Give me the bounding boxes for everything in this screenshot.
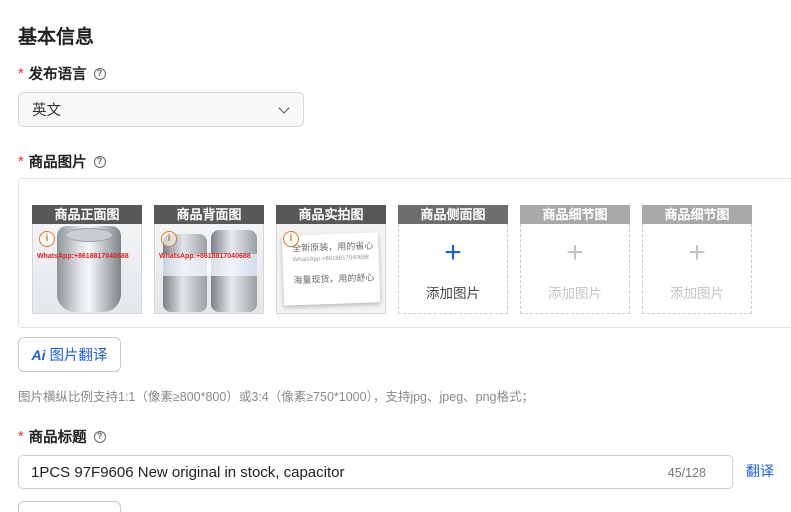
plus-icon: + [444, 236, 462, 269]
ai-translate-icon: Ai [31, 346, 46, 363]
product-title-input[interactable]: 1PCS 97F9606 New original in stock, capa… [18, 455, 733, 489]
chevron-down-icon [278, 101, 290, 114]
add-image-text: 添加图片 [548, 286, 602, 301]
language-label: * 发布语言 ? [18, 63, 106, 84]
image-slot-real-shot[interactable]: 商品实拍图 全新原装，用的省心 WhatsApp:+8618817040688 … [276, 205, 386, 314]
help-circle-icon[interactable]: ? [93, 67, 106, 80]
language-select[interactable]: 英文 [18, 92, 304, 127]
add-image-text: 添加图片 [670, 286, 724, 301]
slot-header: 商品侧面图 [398, 205, 508, 224]
paper-line: WhatsApp:+8618817040688 [292, 254, 369, 264]
image-slot-side[interactable]: 商品侧面图 + 添加图片 [398, 205, 508, 314]
slot-header: 商品细节图 [520, 205, 630, 224]
paper-line: 全新原装，用的省心 [292, 240, 374, 254]
image-translate-label: 图片翻译 [49, 348, 108, 364]
product-title-value: 1PCS 97F9606 New original in stock, capa… [31, 463, 345, 481]
slot-header: 商品细节图 [642, 205, 752, 224]
image-slot-detail[interactable]: 商品细节图 + 添加图片 [520, 205, 630, 314]
section-title: 基本信息 [18, 27, 95, 48]
required-mark: * [18, 153, 24, 170]
slot-thumbnail[interactable]: i WhatsApp:+8618817040688 [154, 224, 264, 314]
slot-header: 商品实拍图 [276, 205, 386, 224]
add-image-text: 添加图片 [426, 286, 480, 301]
info-icon[interactable]: i [161, 231, 177, 247]
image-slot-detail[interactable]: 商品细节图 + 添加图片 [642, 205, 752, 314]
slot-thumbnail[interactable]: i WhatsApp:+8618817040688 [32, 224, 142, 314]
image-format-hint: 图片横纵比例支持1:1（像素≥800*800）或3:4（像素≥750*1000）… [18, 390, 534, 404]
product-title-label-text: 商品标题 [28, 430, 87, 446]
plus-icon: + [566, 236, 584, 269]
add-image-dropzone[interactable]: + 添加图片 [642, 224, 752, 314]
plus-icon: + [688, 236, 706, 269]
info-icon[interactable]: i [39, 231, 55, 247]
translate-link[interactable]: 翻译 [746, 461, 774, 481]
help-circle-icon[interactable]: ? [93, 430, 106, 443]
add-image-dropzone[interactable]: + 添加图片 [520, 224, 630, 314]
title-action-button[interactable] [18, 501, 121, 512]
char-count: 45/128 [667, 466, 706, 480]
help-circle-icon[interactable]: ? [93, 155, 106, 168]
watermark-text: WhatsApp:+8618817040688 [37, 253, 129, 260]
product-title-label: * 商品标题 ? [18, 426, 106, 447]
images-label-text: 商品图片 [28, 155, 87, 171]
required-mark: * [18, 65, 24, 82]
watermark-text: WhatsApp:+8618817040688 [159, 253, 251, 260]
language-select-value: 英文 [32, 103, 61, 119]
info-icon[interactable]: i [283, 231, 299, 247]
add-image-dropzone[interactable]: + 添加图片 [398, 224, 508, 314]
images-label: * 商品图片 ? [18, 151, 106, 172]
language-label-text: 发布语言 [28, 67, 87, 83]
paper-line: 海量现货，用的舒心 [293, 272, 375, 286]
slot-header: 商品背面图 [154, 205, 264, 224]
slot-header: 商品正面图 [32, 205, 142, 224]
slot-thumbnail[interactable]: 全新原装，用的省心 WhatsApp:+8618817040688 海量现货，用… [276, 224, 386, 314]
image-translate-button[interactable]: Ai 图片翻译 [18, 337, 121, 372]
required-mark: * [18, 428, 24, 445]
image-slot-back[interactable]: 商品背面图 i WhatsApp:+8618817040688 [154, 205, 264, 314]
image-slot-front[interactable]: 商品正面图 i WhatsApp:+8618817040688 [32, 205, 142, 314]
